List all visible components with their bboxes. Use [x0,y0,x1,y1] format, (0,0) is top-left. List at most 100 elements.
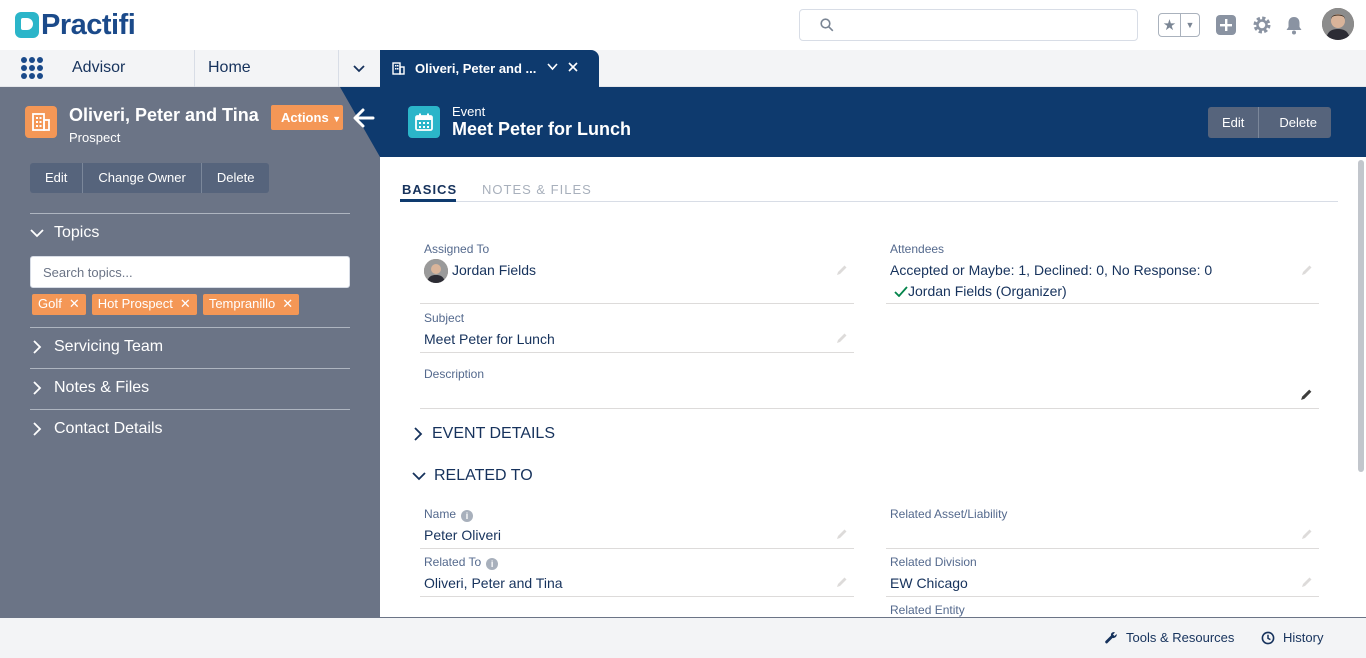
divider [30,409,350,410]
add-icon[interactable] [1215,14,1237,36]
related-division-value[interactable]: EW Chicago [890,575,968,591]
app-launcher-icon[interactable] [21,57,43,79]
chevron-down-icon[interactable] [547,63,558,71]
assigned-to-value[interactable]: Jordan Fields [452,262,536,278]
event-button-group: Edit Delete [1208,107,1331,138]
tab-label: Oliveri, Peter and ... [415,61,537,76]
tab-divider [400,201,1338,202]
clock-icon [1261,631,1275,644]
chevron-right-icon [33,381,42,395]
close-icon[interactable]: ✕ [180,296,191,312]
topics-search-input[interactable]: Search topics... [30,256,350,288]
section-event-details[interactable]: EVENT DETAILS [412,425,555,443]
account-type: Prospect [69,130,121,145]
tab-oliveri-account[interactable]: Oliveri, Peter and ... [380,50,599,87]
event-edit-button[interactable]: Edit [1208,107,1260,138]
record-type-label: Event [452,104,486,119]
topic-label: Tempranillo [208,296,276,311]
history-button[interactable]: History [1261,630,1323,645]
tab-basics[interactable]: BASICS [402,182,457,197]
related-entity-label: Related Entity [890,603,965,617]
gear-icon[interactable] [1251,14,1273,36]
divider [30,213,350,214]
change-owner-button[interactable]: Change Owner [83,163,202,193]
pencil-icon[interactable] [836,528,848,540]
scrollbar[interactable] [1358,160,1364,472]
chevron-right-icon [33,340,42,354]
info-icon[interactable]: i [486,558,499,570]
related-division-label: Related Division [890,555,977,569]
account-edit-button[interactable]: Edit [30,163,84,193]
field-divider [420,352,854,353]
actions-button[interactable]: Actions ▼ [271,105,343,130]
topic-pill: Hot Prospect ✕ [91,294,197,315]
pencil-icon[interactable] [1301,576,1313,588]
tools-resources-label: Tools & Resources [1126,630,1235,645]
description-label: Description [424,367,485,381]
tools-resources-button[interactable]: Tools & Resources [1104,630,1234,645]
bell-icon[interactable] [1283,14,1305,36]
star-icon[interactable]: ★ [1159,14,1181,36]
chevron-right-icon [33,422,42,436]
caret-down-icon: ▼ [332,114,342,124]
chevron-down-icon [412,472,426,481]
favorites-button-group[interactable]: ★ ▼ [1158,13,1200,37]
section-title: RELATED TO [434,467,533,484]
event-delete-button[interactable]: Delete [1259,107,1331,138]
section-related-to[interactable]: RELATED TO [412,467,533,485]
related-name-label: Name i [424,507,474,522]
organizer-name: Jordan Fields (Organizer) [908,283,1067,299]
practifi-logo-mark [15,12,39,38]
assigned-to-label: Assigned To [424,242,490,256]
info-icon[interactable]: i [461,510,474,522]
practifi-logo[interactable]: Practifi [15,10,136,40]
building-icon [392,62,405,75]
tab-notes-files[interactable]: NOTES & FILES [482,182,592,197]
pencil-icon[interactable] [836,576,848,588]
caret-down-icon[interactable]: ▼ [1181,14,1199,36]
topic-label: Golf [38,296,62,311]
related-to-label: Related To i [424,555,499,570]
pencil-icon[interactable] [1300,388,1313,401]
related-name-value[interactable]: Peter Oliveri [424,527,501,543]
event-title: Meet Peter for Lunch [452,119,632,139]
assignee-avatar [424,259,448,283]
pencil-icon[interactable] [1301,264,1313,276]
attendee-organizer: Jordan Fields (Organizer) [894,283,1067,299]
navigation-bar: Advisor Home [0,50,1366,87]
divider [30,368,350,369]
section-servicing-team[interactable]: Servicing Team [30,338,163,356]
related-name-label-text: Name [424,507,457,521]
pencil-icon[interactable] [1301,528,1313,540]
related-asset-label: Related Asset/Liability [890,507,1008,521]
nav-item-home[interactable]: Home [194,50,338,87]
chevron-right-icon [414,427,423,441]
utility-bar: Tools & Resources History [0,617,1366,658]
pencil-icon[interactable] [836,332,848,344]
close-icon[interactable]: ✕ [69,296,80,312]
account-icon [25,106,57,138]
section-title: EVENT DETAILS [432,425,555,442]
back-arrow-icon[interactable] [353,108,375,128]
section-label: Notes & Files [54,379,150,396]
account-delete-button[interactable]: Delete [201,163,270,193]
search-icon [820,18,834,32]
close-icon[interactable] [568,62,578,72]
field-divider [420,408,1319,409]
global-search-input[interactable] [799,9,1138,41]
nav-menu-dropdown[interactable] [338,50,379,87]
section-notes-files[interactable]: Notes & Files [30,379,149,397]
related-to-label-text: Related To [424,555,482,569]
field-divider [886,548,1319,549]
attendees-value: Accepted or Maybe: 1, Declined: 0, No Re… [890,262,1213,278]
related-to-value[interactable]: Oliveri, Peter and Tina [424,575,563,591]
section-contact-details[interactable]: Contact Details [30,420,163,438]
user-avatar[interactable] [1322,8,1354,40]
chevron-down-icon [353,64,365,72]
field-divider [420,596,854,597]
pencil-icon[interactable] [836,264,848,276]
attendees-label: Attendees [890,242,945,256]
close-icon[interactable]: ✕ [282,296,293,312]
section-topics[interactable]: Topics [30,224,99,242]
topic-label: Hot Prospect [97,296,173,311]
